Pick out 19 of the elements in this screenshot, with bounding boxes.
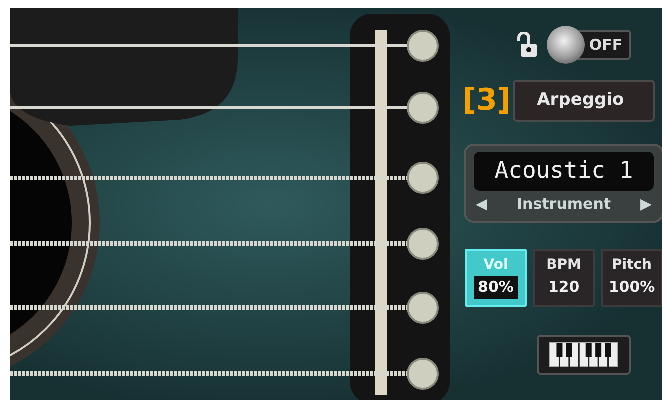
piano-keys-icon <box>549 342 619 368</box>
parameter-label: BPM <box>546 256 582 275</box>
parameter-tile[interactable]: Vol 80% <box>465 249 527 307</box>
unlocked-padlock-icon[interactable] <box>517 32 540 58</box>
parameter-label: Pitch <box>612 256 652 275</box>
previous-instrument-button[interactable]: ◀ <box>474 192 490 215</box>
keyboard-button[interactable] <box>537 335 631 375</box>
parameter-label: Vol <box>484 256 508 275</box>
callout-label: [3] <box>462 86 512 116</box>
parameter-tile[interactable]: Pitch 100% <box>601 249 662 307</box>
guitar-drawing[interactable] <box>10 8 450 400</box>
parameter-value: 80% <box>474 276 518 298</box>
parameter-tile[interactable]: BPM 120 <box>533 249 595 307</box>
instrument-name: Acoustic 1 <box>474 152 654 190</box>
parameter-value: 120 <box>547 277 581 298</box>
arpeggio-button[interactable]: Arpeggio <box>513 80 656 122</box>
next-instrument-button[interactable]: ▶ <box>638 192 654 215</box>
parameter-value: 100% <box>608 277 656 298</box>
instrument-label: Instrument <box>516 194 612 214</box>
